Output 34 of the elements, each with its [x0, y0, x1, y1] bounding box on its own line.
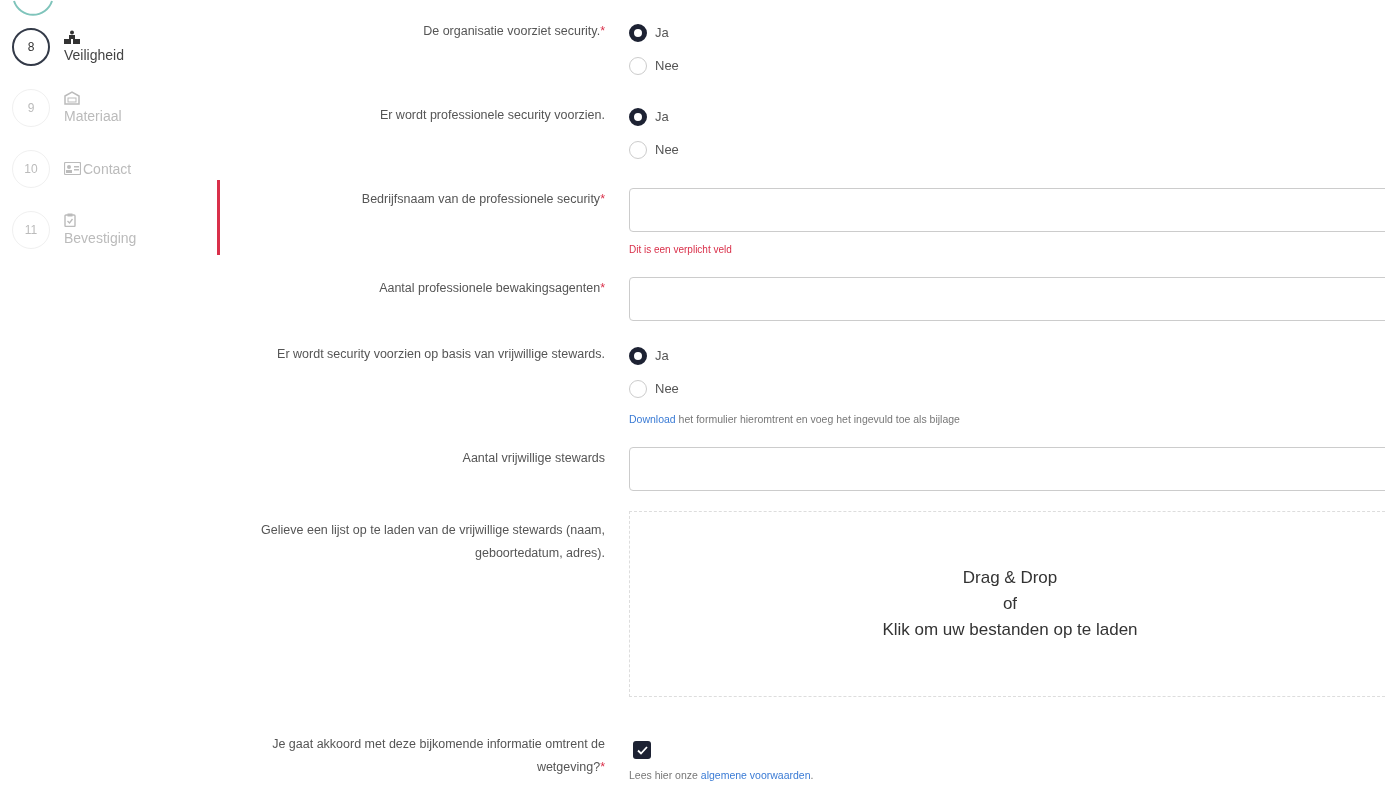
contact-card-icon — [64, 162, 81, 175]
field-label: Gelieve een lijst op te laden van de vrijwillige stewards (naam, geboortedatum, adres). — [260, 522, 605, 562]
radio-icon[interactable] — [629, 23, 647, 42]
input-field[interactable] — [629, 188, 1385, 232]
radio-option[interactable]: Ja — [629, 339, 1385, 372]
field-label: Er wordt security voorzien op basis van vrijwillige stewards. — [277, 346, 605, 363]
radio-option[interactable]: Ja — [629, 16, 1385, 49]
field-label: Er wordt professionele security voorzien. — [379, 107, 605, 124]
hint-text: Lees hier onze algemene voorwaarden. — [629, 769, 815, 781]
radio-option[interactable]: Nee — [629, 49, 1385, 82]
step-label[interactable]: Veiligheid — [64, 47, 124, 63]
input-field[interactable] — [629, 447, 1385, 491]
people-icon — [64, 30, 80, 44]
step-number[interactable]: 8 — [12, 27, 50, 66]
checkmark-icon — [636, 745, 648, 755]
link[interactable]: Download — [629, 413, 676, 425]
field-label: Bedrijfsnaam van de professionele security* — [361, 191, 605, 208]
radio-option[interactable]: Nee — [629, 372, 1385, 405]
error-message: Dit is een verplicht veld — [629, 244, 733, 255]
radio-option[interactable]: Nee — [629, 133, 1385, 166]
field-label: De organisatie voorziet security.* — [423, 23, 605, 40]
link[interactable]: algemene voorwaarden — [700, 769, 811, 781]
input-field[interactable] — [629, 277, 1385, 321]
radio-icon[interactable] — [629, 346, 647, 365]
field-label: Je gaat akkoord met deze bijkomende informatie omtrent de wetgeving?* — [271, 736, 605, 776]
clipboard-icon — [64, 213, 76, 227]
radio-option[interactable]: Ja — [629, 100, 1385, 133]
checkbox[interactable] — [633, 741, 651, 759]
field-label: Aantal professionele bewakingsagenten* — [379, 280, 605, 297]
field-label: Aantal vrijwillige stewards — [462, 450, 605, 467]
building-icon — [64, 91, 80, 105]
radio-icon[interactable] — [629, 107, 647, 126]
hint-text: Download het formulier hieromtrent en voeg het ingevuld toe als bijlage — [629, 413, 961, 425]
upload-dropzone[interactable]: Drag & Drop of Klik om uw bestanden op te laden — [629, 511, 1385, 697]
